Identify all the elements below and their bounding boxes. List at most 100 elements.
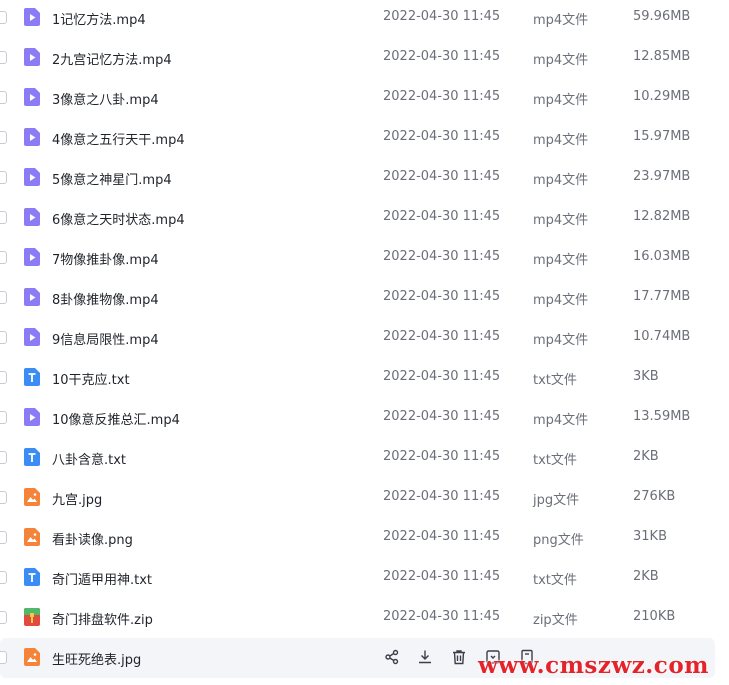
video-file-icon — [24, 328, 40, 346]
file-row[interactable]: 5像意之神星门.mp4 2022-04-30 11:45 mp4文件 23.97MB — [0, 158, 729, 198]
file-name[interactable]: 2九宫记忆方法.mp4 — [52, 49, 172, 68]
file-row[interactable]: 九宫.jpg 2022-04-30 11:45 jpg文件 276KB — [0, 478, 729, 518]
file-row[interactable]: 8卦像推物像.mp4 2022-04-30 11:45 mp4文件 17.77MB — [0, 278, 729, 318]
text-file-icon — [24, 568, 40, 586]
watermark-text: www.cmszwz.com — [478, 652, 709, 679]
file-row[interactable]: 奇门遁甲用神.txt 2022-04-30 11:45 txt文件 2KB — [0, 558, 729, 598]
file-row[interactable]: 9信息局限性.mp4 2022-04-30 11:45 mp4文件 10.74MB — [0, 318, 729, 358]
file-row[interactable]: 10像意反推总汇.mp4 2022-04-30 11:45 mp4文件 13.59MB — [0, 398, 729, 438]
row-checkbox[interactable] — [0, 531, 7, 544]
file-date: 2022-04-30 11:45 — [383, 489, 501, 504]
file-row[interactable]: 2九宫记忆方法.mp4 2022-04-30 11:45 mp4文件 12.85MB — [0, 38, 729, 78]
row-checkbox[interactable] — [0, 611, 7, 624]
file-size: 17.77MB — [633, 289, 691, 304]
file-name[interactable]: 7物像推卦像.mp4 — [52, 249, 159, 268]
file-name[interactable]: 八卦含意.txt — [52, 449, 126, 468]
file-size: 276KB — [633, 489, 676, 504]
image-file-icon — [24, 528, 40, 546]
file-row[interactable]: 10干克应.txt 2022-04-30 11:45 txt文件 3KB — [0, 358, 729, 398]
row-checkbox[interactable] — [0, 371, 7, 384]
file-date: 2022-04-30 11:45 — [383, 609, 501, 624]
file-row[interactable]: 7物像推卦像.mp4 2022-04-30 11:45 mp4文件 16.03MB — [0, 238, 729, 278]
file-name[interactable]: 1记忆方法.mp4 — [52, 9, 146, 28]
file-row[interactable]: 1记忆方法.mp4 2022-04-30 11:45 mp4文件 59.96MB — [0, 0, 729, 38]
file-date: 2022-04-30 11:45 — [383, 569, 501, 584]
file-size: 210KB — [633, 609, 676, 624]
file-date: 2022-04-30 11:45 — [383, 249, 501, 264]
row-checkbox[interactable] — [0, 51, 7, 64]
video-file-icon — [24, 208, 40, 226]
video-file-icon — [24, 408, 40, 426]
file-name[interactable]: 九宫.jpg — [52, 489, 102, 508]
delete-icon[interactable] — [450, 648, 468, 666]
download-icon[interactable] — [416, 648, 434, 666]
row-checkbox[interactable] — [0, 251, 7, 264]
row-checkbox[interactable] — [0, 491, 7, 504]
file-type: mp4文件 — [533, 133, 589, 148]
file-size: 3KB — [633, 369, 659, 384]
file-type: mp4文件 — [533, 53, 589, 68]
file-size: 15.97MB — [633, 129, 691, 144]
file-row[interactable]: 4像意之五行天干.mp4 2022-04-30 11:45 mp4文件 15.97MB — [0, 118, 729, 158]
file-name[interactable]: 看卦读像.png — [52, 529, 133, 548]
file-name[interactable]: 4像意之五行天干.mp4 — [52, 129, 185, 148]
file-type: mp4文件 — [533, 93, 589, 108]
file-date: 2022-04-30 11:45 — [383, 449, 501, 464]
file-date: 2022-04-30 11:45 — [383, 9, 501, 24]
file-type: zip文件 — [533, 613, 578, 628]
file-name[interactable]: 6像意之天时状态.mp4 — [52, 209, 185, 228]
file-date: 2022-04-30 11:45 — [383, 409, 501, 424]
file-name[interactable]: 生旺死绝表.jpg — [52, 649, 141, 668]
file-type: mp4文件 — [533, 413, 589, 428]
file-type: png文件 — [533, 533, 584, 548]
row-checkbox[interactable] — [0, 291, 7, 304]
file-size: 12.82MB — [633, 209, 691, 224]
file-date: 2022-04-30 11:45 — [383, 49, 501, 64]
file-name[interactable]: 奇门遁甲用神.txt — [52, 569, 152, 588]
file-row[interactable]: 八卦含意.txt 2022-04-30 11:45 txt文件 2KB — [0, 438, 729, 478]
file-date: 2022-04-30 11:45 — [383, 329, 501, 344]
file-type: txt文件 — [533, 573, 577, 588]
file-date: 2022-04-30 11:45 — [383, 89, 501, 104]
file-size: 23.97MB — [633, 169, 691, 184]
file-date: 2022-04-30 11:45 — [383, 369, 501, 384]
row-checkbox[interactable] — [0, 171, 7, 184]
row-checkbox[interactable] — [0, 11, 7, 24]
file-row[interactable]: 奇门排盘软件.zip 2022-04-30 11:45 zip文件 210KB — [0, 598, 729, 638]
file-name[interactable]: 5像意之神星门.mp4 — [52, 169, 172, 188]
row-checkbox[interactable] — [0, 451, 7, 464]
file-size: 10.29MB — [633, 89, 691, 104]
row-checkbox[interactable] — [0, 211, 7, 224]
row-checkbox[interactable] — [0, 91, 7, 104]
file-size: 59.96MB — [633, 9, 691, 24]
text-file-icon — [24, 448, 40, 466]
share-icon[interactable] — [383, 648, 401, 666]
row-checkbox[interactable] — [0, 651, 7, 664]
file-type: txt文件 — [533, 453, 577, 468]
video-file-icon — [24, 8, 40, 26]
file-size: 16.03MB — [633, 249, 691, 264]
row-checkbox[interactable] — [0, 331, 7, 344]
file-name[interactable]: 9信息局限性.mp4 — [52, 329, 159, 348]
video-file-icon — [24, 248, 40, 266]
file-date: 2022-04-30 11:45 — [383, 529, 501, 544]
file-name[interactable]: 奇门排盘软件.zip — [52, 609, 153, 628]
file-row[interactable]: 看卦读像.png 2022-04-30 11:45 png文件 31KB — [0, 518, 729, 558]
video-file-icon — [24, 88, 40, 106]
row-checkbox[interactable] — [0, 571, 7, 584]
row-checkbox[interactable] — [0, 131, 7, 144]
file-type: mp4文件 — [533, 253, 589, 268]
file-type: mp4文件 — [533, 333, 589, 348]
file-type: mp4文件 — [533, 13, 589, 28]
file-row[interactable]: 3像意之八卦.mp4 2022-04-30 11:45 mp4文件 10.29MB — [0, 78, 729, 118]
video-file-icon — [24, 128, 40, 146]
file-row[interactable]: 6像意之天时状态.mp4 2022-04-30 11:45 mp4文件 12.82MB — [0, 198, 729, 238]
row-checkbox[interactable] — [0, 411, 7, 424]
file-date: 2022-04-30 11:45 — [383, 169, 501, 184]
file-name[interactable]: 10干克应.txt — [52, 369, 130, 388]
file-name[interactable]: 10像意反推总汇.mp4 — [52, 409, 180, 428]
file-type: mp4文件 — [533, 213, 589, 228]
file-size: 12.85MB — [633, 49, 691, 64]
file-name[interactable]: 8卦像推物像.mp4 — [52, 289, 159, 308]
file-name[interactable]: 3像意之八卦.mp4 — [52, 89, 159, 108]
